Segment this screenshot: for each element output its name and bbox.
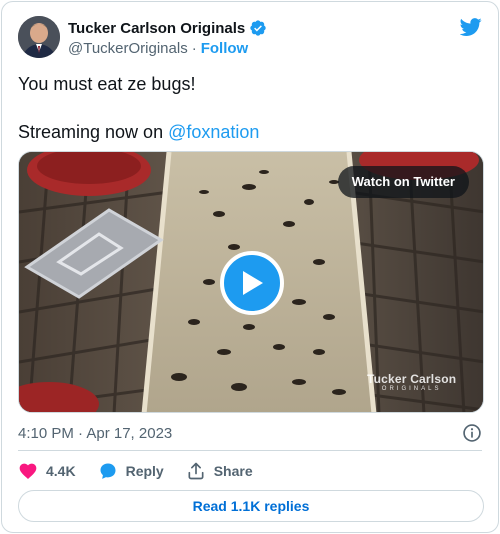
read-replies-button[interactable]: Read 1.1K replies	[18, 490, 484, 522]
like-button[interactable]: 4.4K	[18, 461, 76, 481]
follow-button[interactable]: Follow	[201, 40, 249, 57]
author-handle[interactable]: @TuckerOriginals	[68, 40, 188, 57]
reply-label: Reply	[125, 463, 164, 479]
watch-on-twitter-button[interactable]: Watch on Twitter	[337, 166, 469, 198]
divider	[18, 450, 482, 451]
video-thumbnail[interactable]: Watch on Twitter Tucker Carlson ORIGINAL…	[18, 151, 484, 413]
timestamp[interactable]: 4:10 PM · Apr 17, 2023	[18, 425, 172, 442]
author-block: Tucker Carlson Originals @TuckerOriginal…	[68, 18, 267, 57]
tweet-card: Tucker Carlson Originals @TuckerOriginal…	[1, 1, 499, 533]
info-icon[interactable]	[462, 423, 482, 443]
tweet-text: You must eat ze bugs! Streaming now on @…	[18, 72, 478, 144]
twitter-bird-icon[interactable]	[460, 16, 482, 38]
watermark-sub: ORIGINALS	[381, 386, 442, 392]
action-bar: 4.4K Reply Share	[18, 459, 253, 483]
share-button[interactable]: Share	[186, 461, 253, 481]
avatar[interactable]	[18, 16, 60, 58]
verified-badge-icon	[250, 20, 266, 36]
like-count: 4.4K	[46, 463, 76, 479]
mention-link[interactable]: @foxnation	[168, 122, 259, 142]
heart-icon	[19, 463, 37, 479]
play-button[interactable]	[220, 251, 284, 315]
tweet-line-2-prefix: Streaming now on	[18, 122, 169, 142]
tweet-line-2: Streaming now on @foxnation	[18, 120, 478, 144]
play-icon	[243, 271, 263, 295]
tweet-line-1: You must eat ze bugs!	[18, 74, 196, 94]
reply-bubble-icon	[100, 463, 116, 479]
share-label: Share	[213, 463, 253, 479]
separator-dot: ·	[191, 40, 197, 57]
author-name[interactable]: Tucker Carlson Originals	[68, 20, 245, 37]
watermark-main: Tucker Carlson	[367, 372, 457, 386]
share-icon	[188, 462, 204, 480]
reply-button[interactable]: Reply	[98, 461, 164, 481]
video-watermark: Tucker Carlson ORIGINALS	[367, 372, 456, 392]
